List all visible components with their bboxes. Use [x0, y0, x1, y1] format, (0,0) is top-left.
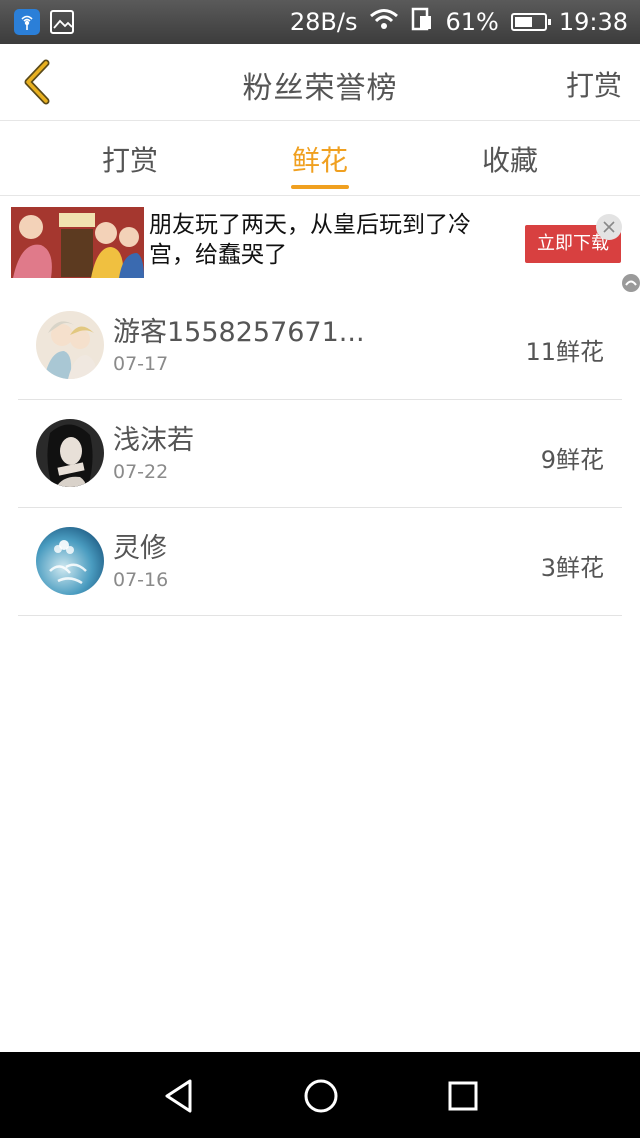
- tab-flowers[interactable]: 鲜花: [292, 139, 348, 179]
- page-title: 粉丝荣誉榜: [242, 71, 398, 106]
- wifi-signal-icon: [369, 8, 399, 36]
- fan-name: 游客1558257671...: [113, 317, 365, 348]
- avatar: [36, 527, 104, 595]
- ad-close-button[interactable]: [596, 214, 622, 240]
- fan-date: 07-22: [113, 461, 169, 483]
- flower-count: 3鲜花: [540, 554, 604, 582]
- close-icon: [603, 221, 615, 233]
- tab-reward[interactable]: 打赏: [102, 139, 158, 179]
- tab-favorites[interactable]: 收藏: [482, 139, 538, 179]
- status-bar: 28B/s 61% 19:38: [0, 0, 640, 44]
- sim-card-icon: [411, 7, 433, 37]
- wifi-hotspot-icon: [14, 9, 40, 35]
- nav-recents-button[interactable]: [443, 1076, 483, 1116]
- battery-icon: [510, 13, 551, 31]
- ad-text: 朋友玩了两天，从皇后玩到了冷宫，给蠢哭了: [149, 212, 471, 268]
- fan-date: 07-17: [113, 353, 169, 375]
- triangle-back-icon: [165, 1079, 192, 1113]
- battery-percent: 61%: [445, 8, 499, 36]
- nav-back-button[interactable]: [160, 1076, 200, 1116]
- image-icon: [50, 10, 74, 34]
- fan-row[interactable]: 浅沫若 07-22 9鲜花: [18, 400, 622, 508]
- ad-marker-icon: [622, 274, 640, 292]
- nav-home-button[interactable]: [301, 1076, 341, 1116]
- fan-name: 浅沫若: [113, 425, 194, 456]
- ad-image: [11, 207, 144, 278]
- avatar: [36, 419, 104, 487]
- avatar: [36, 311, 104, 379]
- tab-bar: 打赏 鲜花 收藏: [0, 121, 640, 196]
- fan-row[interactable]: 游客1558257671... 07-17 11鲜花: [18, 292, 622, 400]
- fan-date: 07-16: [113, 569, 169, 591]
- active-tab-indicator: [291, 185, 349, 189]
- battery-level: [514, 17, 532, 27]
- network-speed: 28B/s: [289, 8, 358, 36]
- ad-banner[interactable]: 朋友玩了两天，从皇后玩到了冷宫，给蠢哭了 立即下载: [0, 196, 640, 292]
- flower-count: 11鲜花: [525, 338, 604, 366]
- clock: 19:38: [558, 8, 628, 36]
- system-nav-bar: [0, 1052, 640, 1138]
- circle-home-icon: [304, 1079, 338, 1113]
- square-recents-icon: [448, 1081, 478, 1111]
- fan-row[interactable]: 灵修 07-16 3鲜花: [18, 508, 622, 616]
- reward-button[interactable]: 打赏: [566, 64, 622, 104]
- fan-name: 灵修: [113, 533, 167, 564]
- app-header: 粉丝荣誉榜 打赏: [0, 44, 640, 121]
- flower-count: 9鲜花: [540, 446, 604, 474]
